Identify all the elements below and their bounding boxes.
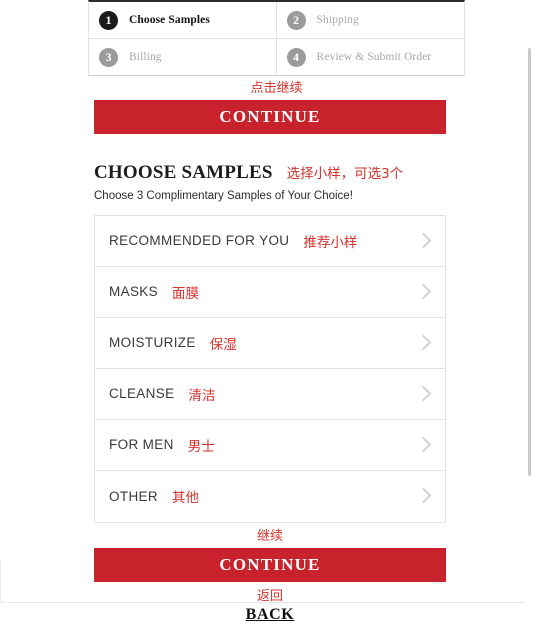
- page-title-annotation: 选择小样，可选3个: [286, 165, 404, 182]
- sample-category-label: OTHER: [109, 488, 158, 504]
- page-subtitle: Choose 3 Complimentary Samples of Your C…: [94, 189, 353, 202]
- top-continue-annotation: 点击继续: [250, 81, 303, 96]
- sample-category-label: MASKS: [109, 284, 159, 300]
- sample-category-other[interactable]: OTHER 其他: [95, 470, 445, 522]
- sample-category-annotation: 其他: [172, 490, 199, 507]
- bottom-continue-annotation: 继续: [256, 528, 283, 544]
- page-title: CHOOSE SAMPLES: [94, 161, 273, 183]
- chevron-right-icon: [417, 231, 429, 251]
- sample-category-cleanse[interactable]: CLEANSE 清洁: [95, 368, 445, 420]
- choose-samples-heading-block: CHOOSE SAMPLES 选择小样，可选3个 Choose 3 Compli…: [94, 162, 454, 202]
- page-scrollbar[interactable]: [521, 0, 537, 603]
- continue-button-top[interactable]: CONTINUE: [94, 99, 446, 134]
- sample-category-annotation: 保湿: [209, 336, 237, 353]
- scrollbar-thumb[interactable]: [528, 48, 531, 476]
- back-link[interactable]: BACK: [88, 606, 452, 624]
- step-number-badge: 2: [286, 10, 306, 30]
- chevron-right-icon: [417, 486, 429, 506]
- step-shipping[interactable]: 2 Shipping: [277, 2, 465, 38]
- step-label: Review & Submit Order: [316, 51, 432, 63]
- sample-category-annotation: 推荐小样: [303, 234, 358, 251]
- chevron-right-icon: [417, 333, 429, 353]
- steps-row-bottom: 3 Billing 4 Review & Submit Order: [89, 39, 464, 76]
- sample-category-label: RECOMMENDED FOR YOU: [109, 233, 290, 249]
- step-choose-samples[interactable]: 1 Choose Samples: [89, 2, 277, 38]
- sample-category-for-men[interactable]: FOR MEN 男士: [95, 419, 445, 471]
- step-number-badge: 3: [99, 47, 118, 67]
- sample-category-masks[interactable]: MASKS 面膜: [95, 266, 445, 318]
- step-number-badge: 4: [286, 47, 306, 67]
- page-left-divider: [0, 560, 1, 603]
- checkout-progress-steps: 1 Choose Samples 2 Shipping 3 Billing 4 …: [88, 0, 465, 76]
- sample-category-list: RECOMMENDED FOR YOU 推荐小样 MASKS 面膜 MOISTU…: [94, 214, 446, 523]
- step-number-badge: 1: [99, 10, 118, 30]
- step-label: Shipping: [316, 14, 359, 26]
- sample-category-moisturize[interactable]: MOISTURIZE 保湿: [95, 317, 445, 369]
- continue-button-bottom[interactable]: CONTINUE: [94, 548, 446, 583]
- sample-category-annotation: 男士: [187, 438, 215, 455]
- sample-category-annotation: 清洁: [188, 387, 216, 404]
- chevron-right-icon: [417, 282, 429, 302]
- sample-category-annotation: 面膜: [172, 285, 200, 302]
- step-review-submit-order[interactable]: 4 Review & Submit Order: [277, 39, 465, 75]
- sample-category-label: FOR MEN: [109, 437, 174, 453]
- sample-category-label: MOISTURIZE: [109, 335, 196, 351]
- choose-samples-heading-row: CHOOSE SAMPLES 选择小样，可选3个: [94, 162, 454, 184]
- back-annotation: 返回: [256, 589, 283, 605]
- checkout-page: 1 Choose Samples 2 Shipping 3 Billing 4 …: [0, 0, 537, 623]
- chevron-right-icon: [417, 435, 429, 455]
- steps-row-top: 1 Choose Samples 2 Shipping: [89, 2, 464, 39]
- step-billing[interactable]: 3 Billing: [89, 39, 277, 75]
- sample-category-recommended-for-you[interactable]: RECOMMENDED FOR YOU 推荐小样: [95, 215, 445, 267]
- step-label: Choose Samples: [129, 14, 210, 26]
- chevron-right-icon: [417, 384, 429, 404]
- step-label: Billing: [129, 51, 162, 63]
- sample-category-label: CLEANSE: [109, 386, 175, 402]
- checkout-content: 1 Choose Samples 2 Shipping 3 Billing 4 …: [88, 0, 470, 624]
